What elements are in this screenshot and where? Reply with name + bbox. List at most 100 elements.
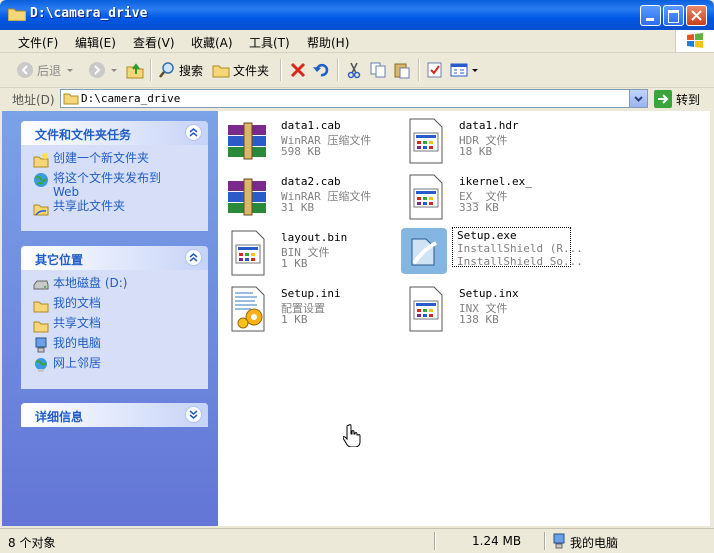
menu-favorites[interactable]: 收藏(A) bbox=[191, 34, 233, 51]
place-label: 共享文档 bbox=[53, 316, 102, 330]
cut-button[interactable] bbox=[345, 59, 366, 81]
forward-arrow-icon bbox=[89, 62, 105, 78]
delete-button[interactable] bbox=[289, 59, 310, 81]
file-item[interactable]: layout.bin BIN 文件 1 KB bbox=[224, 229, 399, 281]
installshield-setup-icon bbox=[401, 228, 447, 274]
task-pane: 文件和文件夹任务 创建一个新文件夹 将这个文件夹发布到 Web 共享此文件夹 其… bbox=[2, 111, 218, 526]
menu-help[interactable]: 帮助(H) bbox=[307, 34, 349, 51]
toolbar-separator bbox=[418, 59, 420, 81]
task-label: 创建一个新文件夹 bbox=[53, 151, 150, 165]
file-item[interactable]: data1.cab WinRAR 压缩文件 598 KB bbox=[224, 117, 399, 169]
place-shared-documents[interactable]: 共享文档 bbox=[33, 316, 208, 336]
windows-flag-icon bbox=[687, 33, 703, 48]
file-item[interactable]: ikernel.ex_ EX_ 文件 333 KB bbox=[402, 173, 577, 225]
toolbar-separator bbox=[337, 59, 339, 81]
folders-button[interactable]: 文件夹 bbox=[212, 59, 269, 81]
window-border bbox=[710, 111, 714, 526]
panel-header[interactable]: 文件和文件夹任务 bbox=[21, 121, 208, 145]
panel-body: 本地磁盘 (D:) 我的文档 共享文档 我的电脑 网上邻居 bbox=[21, 270, 208, 384]
file-size: 1 KB bbox=[281, 257, 308, 270]
copy-icon bbox=[370, 62, 386, 78]
address-input[interactable]: D:\camera_drive bbox=[60, 89, 648, 108]
explorer-window: D:\camera_drive 文件(F) 编辑(E) 查看(V) 收藏(A) … bbox=[0, 0, 714, 553]
file-folder-tasks-panel: 文件和文件夹任务 创建一个新文件夹 将这个文件夹发布到 Web 共享此文件夹 bbox=[21, 121, 208, 231]
go-button[interactable]: 转到 bbox=[654, 90, 700, 108]
network-icon bbox=[35, 358, 47, 372]
minimize-icon bbox=[646, 18, 654, 21]
menu-view[interactable]: 查看(V) bbox=[133, 34, 175, 51]
file-item[interactable]: Setup.inx INX 文件 138 KB bbox=[402, 285, 577, 337]
close-button[interactable] bbox=[686, 5, 707, 26]
address-dropdown-button[interactable] bbox=[629, 90, 647, 107]
collapse-button[interactable] bbox=[185, 124, 202, 141]
panel-title: 详细信息 bbox=[35, 410, 84, 424]
back-button[interactable]: 后退 bbox=[16, 59, 78, 81]
generic-file-icon bbox=[409, 174, 443, 220]
file-size: 18 KB bbox=[459, 145, 493, 158]
place-label: 我的文档 bbox=[53, 296, 102, 310]
views-button[interactable] bbox=[450, 59, 482, 81]
folder-icon bbox=[63, 93, 79, 105]
file-size: 138 KB bbox=[459, 313, 499, 326]
place-my-documents[interactable]: 我的文档 bbox=[33, 296, 208, 316]
place-label: 网上邻居 bbox=[53, 356, 102, 370]
panel-header[interactable]: 详细信息 bbox=[21, 403, 208, 427]
file-item-selected[interactable]: Setup.exe InstallShield (R... InstallShi… bbox=[400, 227, 583, 279]
status-total-size: 1.24 MB bbox=[472, 534, 522, 548]
new-folder-icon bbox=[33, 153, 49, 168]
toolbar: 后退 搜索 文件夹 bbox=[0, 53, 714, 88]
properties-button[interactable] bbox=[426, 59, 447, 81]
file-size: 1 KB bbox=[281, 313, 308, 326]
file-item[interactable]: data1.hdr HDR 文件 18 KB bbox=[402, 117, 577, 169]
maximize-icon bbox=[668, 10, 679, 23]
task-share-folder[interactable]: 共享此文件夹 bbox=[33, 199, 208, 219]
task-label: 将这个文件夹发布到 Web bbox=[53, 171, 161, 199]
status-location: 我的电脑 bbox=[570, 536, 619, 550]
panel-header[interactable]: 其它位置 bbox=[21, 246, 208, 270]
maximize-button[interactable] bbox=[663, 5, 684, 26]
expand-button[interactable] bbox=[185, 406, 202, 423]
chevron-down-icon bbox=[111, 69, 117, 72]
menu-edit[interactable]: 编辑(E) bbox=[75, 34, 116, 51]
paste-button[interactable] bbox=[393, 59, 414, 81]
menu-file[interactable]: 文件(F) bbox=[18, 34, 58, 51]
properties-check-icon bbox=[427, 62, 442, 78]
place-network[interactable]: 网上邻居 bbox=[33, 356, 208, 376]
address-label: 地址(D) bbox=[12, 93, 55, 107]
chevron-up-icon bbox=[189, 253, 198, 262]
undo-button[interactable] bbox=[312, 59, 333, 81]
generic-file-icon bbox=[409, 286, 443, 332]
status-bar: 8 个对象 1.24 MB 我的电脑 bbox=[0, 528, 714, 553]
place-my-computer[interactable]: 我的电脑 bbox=[33, 336, 208, 356]
file-list[interactable]: data1.cab WinRAR 压缩文件 598 KB data1.hdr H… bbox=[218, 111, 710, 526]
task-publish-web[interactable]: 将这个文件夹发布到 Web bbox=[33, 171, 208, 199]
file-name: Setup.exe bbox=[457, 229, 517, 242]
hand-cursor-icon bbox=[343, 424, 361, 447]
back-arrow-icon bbox=[17, 62, 33, 78]
collapse-button[interactable] bbox=[185, 249, 202, 266]
copy-button[interactable] bbox=[369, 59, 390, 81]
file-size: 598 KB bbox=[281, 145, 321, 158]
file-item[interactable]: data2.cab WinRAR 压缩文件 31 KB bbox=[224, 173, 399, 225]
forward-button[interactable] bbox=[88, 59, 122, 81]
delete-x-icon bbox=[290, 62, 306, 78]
status-separator bbox=[544, 532, 546, 550]
hard-drive-icon bbox=[33, 280, 49, 290]
file-name: ikernel.ex_ bbox=[459, 175, 532, 188]
minimize-button[interactable] bbox=[640, 5, 661, 26]
search-button[interactable]: 搜索 bbox=[158, 59, 203, 81]
place-local-disk[interactable]: 本地磁盘 (D:) bbox=[33, 276, 208, 296]
up-folder-button[interactable] bbox=[126, 59, 147, 81]
chevron-down-icon bbox=[189, 410, 198, 419]
file-item[interactable]: Setup.ini 配置设置 1 KB bbox=[224, 285, 399, 337]
winrar-archive-icon bbox=[228, 122, 266, 160]
file-type: InstallShield (R... bbox=[457, 242, 583, 255]
task-label-line: Web bbox=[53, 185, 80, 199]
place-label: 本地磁盘 (D:) bbox=[53, 276, 128, 290]
computer-icon bbox=[35, 337, 47, 353]
menu-tools[interactable]: 工具(T) bbox=[249, 34, 290, 51]
other-places-panel: 其它位置 本地磁盘 (D:) 我的文档 共享文档 我的电脑 网上邻居 bbox=[21, 246, 208, 389]
task-new-folder[interactable]: 创建一个新文件夹 bbox=[33, 151, 208, 171]
title-bar[interactable]: D:\camera_drive bbox=[0, 0, 714, 30]
file-name: data1.cab bbox=[281, 119, 341, 132]
